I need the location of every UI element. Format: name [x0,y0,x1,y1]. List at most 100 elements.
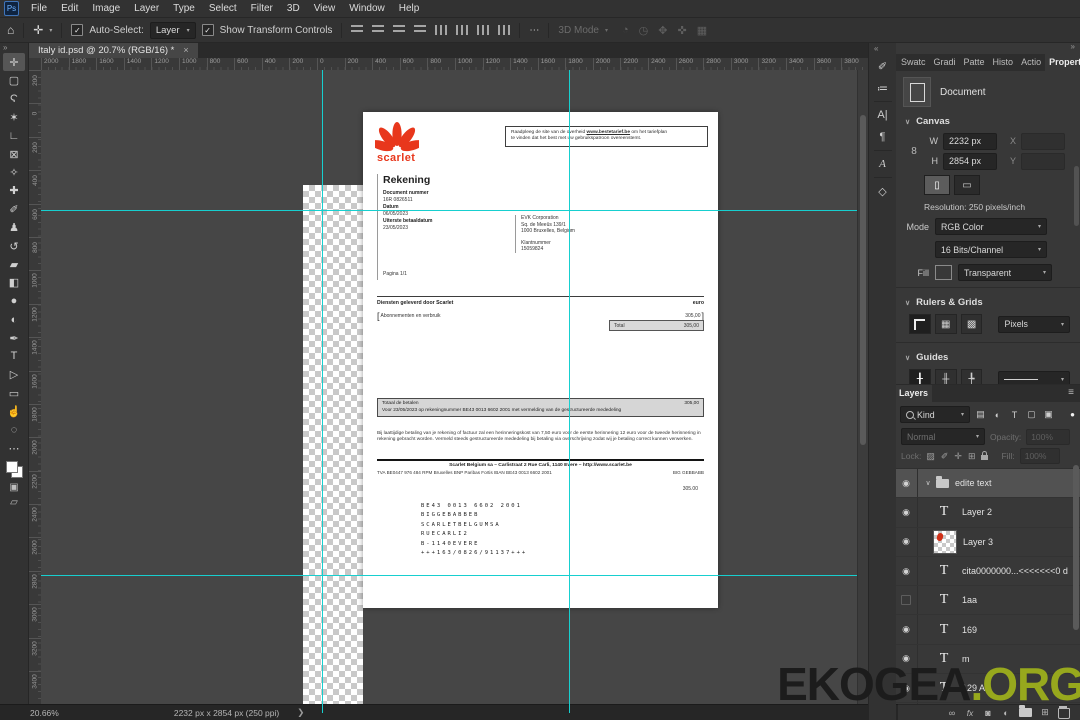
link-dimensions-icon[interactable]: 8 [909,146,919,157]
bit-depth-dropdown[interactable]: 16 Bits/Channel ▾ [935,241,1047,258]
filter-pixel-layers-icon[interactable]: ▤ [973,407,988,422]
tool-marquee[interactable]: ▢ [3,71,25,89]
show-transform-checkbox[interactable]: ✓ [201,24,214,36]
menu-type[interactable]: Type [166,3,202,14]
align-left-icon[interactable] [351,25,364,35]
panel-expand-icon[interactable]: » [1071,42,1075,54]
brushes-icon[interactable]: ≔ [872,77,894,99]
chevron-down-icon[interactable]: ∨ [905,299,910,307]
panel-tab-gradi[interactable]: Gradi [930,54,960,71]
tool-lasso[interactable]: Ϛ [3,90,25,108]
tool-move[interactable]: ✛ [3,53,25,72]
tool-type[interactable]: T [3,347,25,365]
tool-shape[interactable]: ▭ [3,384,25,402]
tool-frame[interactable]: ⊠ [3,145,25,163]
zoom-level[interactable]: 20.66% [30,708,59,718]
toggle-grid-button[interactable]: ▦ [934,314,957,334]
tool-history-brush[interactable]: ↺ [3,237,25,255]
align-right-icon[interactable] [393,25,406,35]
distribute-top-icon[interactable] [435,25,448,35]
layer-visibility-toggle[interactable]: ◉ [895,469,918,498]
layer-row-5[interactable]: ◉ T 169 [895,615,1080,645]
color-mode-dropdown[interactable]: RGB Color ▾ [935,218,1047,235]
guides-clear-icon[interactable]: ╄ [960,369,983,384]
filter-smart-objects-icon[interactable]: ▣ [1041,407,1056,422]
tool-pen[interactable]: ✒ [3,329,25,347]
layer-filter-dropdown[interactable]: Kind ▾ [900,406,970,423]
panel-tab-histo[interactable]: Histo [989,54,1018,71]
panel-tab-patte[interactable]: Patte [960,54,989,71]
canvas-viewport[interactable]: scarlet Raadpleeg de site van de overhei… [41,70,858,705]
tool-zoom[interactable]: ◌ [3,421,25,439]
auto-select-dropdown[interactable]: Layer ▾ [149,21,196,39]
portrait-orientation-button[interactable]: ▯ [924,175,950,195]
layer-row-3[interactable]: ◉ Tcita0000000...<<<<<<<0 d [895,556,1080,587]
filter-type-layers-icon[interactable]: T [1007,407,1022,422]
filter-adjustment-layers-icon[interactable]: ◐ [990,407,1005,422]
quick-mask-icon[interactable]: ▣ [9,482,18,493]
chevron-down-icon[interactable]: ∨ [905,118,910,126]
document-tab[interactable]: Italy id.psd @ 20.7% (RGB/16) * × [29,42,198,58]
vertical-scrollbar[interactable] [857,70,868,705]
filter-shape-layers-icon[interactable]: ▢ [1024,407,1039,422]
close-icon[interactable]: × [183,45,188,55]
tool-clone-stamp[interactable]: ♟ [3,219,25,237]
layer-visibility-toggle[interactable]: ◉ [895,556,918,586]
scrollbar-thumb[interactable] [1074,166,1079,226]
screen-mode-icon[interactable]: ▱ [10,497,18,508]
panel-tab-swatc[interactable]: Swatc [897,54,930,71]
chevron-right-icon[interactable]: ❯ [297,707,304,718]
menu-file[interactable]: File [24,3,54,14]
tool-quick-selection[interactable]: ✶ [3,108,25,126]
fill-dropdown[interactable]: Transparent ▾ [958,264,1052,281]
layer-visibility-toggle[interactable] [895,586,918,615]
tool-gradient[interactable]: ◧ [3,274,25,292]
move-tool-preset-icon[interactable]: ✛ [33,23,43,37]
layer-visibility-toggle[interactable]: ◉ [895,615,918,644]
chevron-down-icon[interactable]: ∨ [905,354,910,362]
distribute-horizontal-center-icon[interactable] [498,25,511,35]
tool-path-select[interactable]: ▷ [3,366,25,384]
layer-visibility-toggle[interactable]: ◉ [895,527,918,556]
brush-settings-icon[interactable]: ✐ [872,55,894,77]
transparent-canvas-area[interactable] [303,185,363,705]
lock-pixels-icon[interactable]: ✐ [941,451,949,462]
twirl-icon[interactable]: ∨ [920,479,936,487]
3d-panel-icon[interactable]: ◇ [872,180,894,202]
tool-healing-brush[interactable]: ✚ [3,182,25,200]
toggle-pixel-grid-button[interactable]: ▩ [960,314,983,334]
menu-window[interactable]: Window [342,3,392,14]
guide-vertical-2[interactable] [569,70,570,713]
menu-filter[interactable]: Filter [244,3,280,14]
lock-artboard-icon[interactable]: ⊞ [968,451,976,462]
tab-layers[interactable]: Layers [895,385,933,402]
menu-select[interactable]: Select [202,3,244,14]
tool-more[interactable]: ⋯ [3,439,25,457]
panel-tab-properties[interactable]: Properties [1045,54,1080,71]
menu-help[interactable]: Help [392,3,427,14]
tool-dodge[interactable]: ◐ [3,310,25,328]
paragraph-panel-icon[interactable]: ¶ [872,126,894,148]
panel-menu-icon[interactable]: ≡ [1062,385,1080,402]
lock-position-icon[interactable]: ✛ [954,451,962,462]
tool-crop[interactable]: ∟ [3,127,25,145]
panel-collapse-icon[interactable]: « [869,42,878,55]
layer-row-0[interactable]: ◉ ∨ edite text [895,469,1080,499]
guide-style-dropdown[interactable]: ▾ [998,370,1070,384]
auto-select-checkbox[interactable]: ✓ [71,24,84,36]
menu-3d[interactable]: 3D [280,3,307,14]
menu-view[interactable]: View [307,3,343,14]
height-input[interactable]: 2854 px [943,152,997,170]
blend-mode-dropdown[interactable]: Normal ▾ [901,428,985,445]
guide-horizontal-2[interactable] [41,575,857,576]
character-panel-icon[interactable]: A| [872,104,894,126]
scrollbar-thumb[interactable] [860,115,866,445]
tool-eraser[interactable]: ▰ [3,255,25,273]
guides-lock-icon[interactable]: ╫ [934,369,957,384]
tool-brush[interactable]: ✐ [3,200,25,218]
menu-layer[interactable]: Layer [127,3,166,14]
menu-image[interactable]: Image [85,3,127,14]
color-swatches[interactable] [5,460,23,478]
tool-hand[interactable]: ☝ [3,402,25,420]
guides-toggle-icon[interactable]: ╂ [909,369,931,384]
